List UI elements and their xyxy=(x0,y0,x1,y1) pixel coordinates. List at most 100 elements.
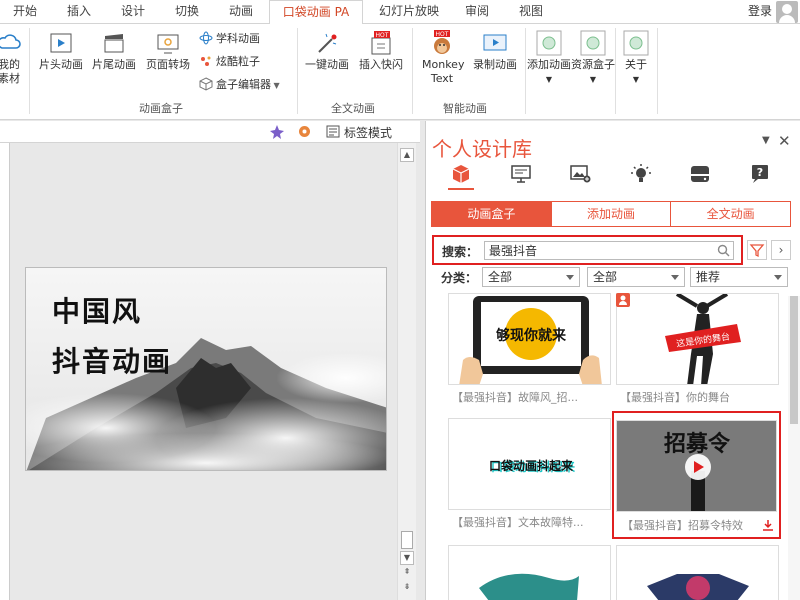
one-click-animation-button[interactable]: 一键动画 xyxy=(301,30,353,72)
chevron-down-icon: ▼ xyxy=(271,81,280,90)
next-slide-icon[interactable]: ⇟ xyxy=(400,581,414,595)
filter-label: 分类： xyxy=(441,271,478,285)
category-select-2[interactable]: 全部 xyxy=(587,267,685,287)
scroll-up-icon[interactable]: ▲ xyxy=(400,148,414,162)
image-add-icon[interactable] xyxy=(569,164,591,184)
tab-home[interactable]: 开始 xyxy=(4,0,46,24)
slide-canvas[interactable]: 中国风 抖音动画 xyxy=(25,267,387,471)
svg-text:HOT: HOT xyxy=(436,31,449,38)
card-thumbnail: 招募令 xyxy=(616,420,777,512)
tab-insert[interactable]: 插入 xyxy=(58,0,100,24)
badge-art-image xyxy=(617,546,778,600)
tablet-hands-image: 够现你就来 xyxy=(449,294,610,384)
search-icon[interactable] xyxy=(717,244,730,257)
subtab-add-animation[interactable]: 添加动画 xyxy=(552,202,672,226)
help-icon[interactable]: ? xyxy=(749,164,771,184)
intro-animation-label: 片头动画 xyxy=(39,58,83,71)
hot-flash-icon: HOT xyxy=(371,31,391,55)
circle-badge-icon xyxy=(580,30,606,56)
tab-review[interactable]: 审阅 xyxy=(456,0,498,24)
pin-icon[interactable] xyxy=(270,124,285,139)
record-animation-button[interactable]: 录制动画 xyxy=(468,30,522,72)
list-item[interactable]: 招募令 【最强抖音】招募令特效 xyxy=(612,411,781,539)
search-input[interactable] xyxy=(484,241,734,260)
recruit-image: 招募令 xyxy=(617,421,776,511)
box-icon[interactable] xyxy=(450,163,472,185)
insert-flash-button[interactable]: HOT 插入快闪 xyxy=(354,30,408,72)
thumbnail-strip xyxy=(0,143,10,600)
page-transition-label: 页面转场 xyxy=(146,58,190,71)
group-label-full-text: 全文动画 xyxy=(331,102,375,115)
library-subtabs: 动画盒子 添加动画 全文动画 xyxy=(431,201,791,227)
drive-icon[interactable] xyxy=(689,164,711,184)
dancer-image: 这是你的舞台 xyxy=(617,294,778,384)
recruit-art-text: 招募令 xyxy=(664,431,731,457)
intro-animation-button[interactable]: 片头动画 xyxy=(36,30,86,72)
filter-icon[interactable] xyxy=(747,240,767,260)
slide-vertical-scrollbar[interactable]: ▲ ▼ ⇞ ⇟ xyxy=(397,143,416,600)
card-thumbnail: 够现你就来 xyxy=(448,293,611,385)
tab-animations[interactable]: 动画 xyxy=(220,0,262,24)
list-item[interactable] xyxy=(616,545,779,600)
record-animation-label: 录制动画 xyxy=(473,58,517,71)
pane-toolbar: 标签模式 xyxy=(0,121,420,143)
scroll-down-icon[interactable]: ▼ xyxy=(400,551,414,565)
my-materials-button[interactable]: 我的 素材 xyxy=(0,30,24,86)
tab-transitions[interactable]: 切换 xyxy=(166,0,208,24)
settings-gear-icon[interactable] xyxy=(297,124,312,139)
list-item[interactable]: 够现你就来 【最强抖音】故障风_招... xyxy=(448,293,611,411)
add-animation-button[interactable]: 添加动画 ▼ xyxy=(527,30,571,87)
prev-slide-icon[interactable]: ⇞ xyxy=(400,566,414,580)
library-scroll-thumb[interactable] xyxy=(790,296,798,424)
design-library-panel: 个人设计库 ▼ ✕ ? 动画盒子 添加动画 全文动画 搜索： › 分类： 全部 … xyxy=(425,121,800,600)
tab-design[interactable]: 设计 xyxy=(112,0,154,24)
monkey-text-button[interactable]: HOT Monkey Text xyxy=(414,30,470,86)
next-arrow-icon[interactable]: › xyxy=(771,240,791,260)
user-badge-icon xyxy=(616,293,630,307)
active-icon-underline xyxy=(448,188,474,190)
my-materials-label-2: 素材 xyxy=(0,72,20,85)
outro-animation-button[interactable]: 片尾动画 xyxy=(88,30,140,72)
one-click-animation-label: 一键动画 xyxy=(305,58,349,71)
user-avatar-icon[interactable] xyxy=(776,1,798,23)
atom-icon xyxy=(199,31,213,45)
ribbon: 我的 素材 片头动画 片尾动画 页面转场 学科动画 炫酷粒子 盒子编辑器 ▼ 动… xyxy=(0,24,800,120)
outro-animation-label: 片尾动画 xyxy=(92,58,136,71)
resource-box-button[interactable]: 资源盒子 ▼ xyxy=(571,30,615,87)
slide-icon[interactable] xyxy=(510,164,532,184)
card-caption: 【最强抖音】文本故障特... xyxy=(452,516,584,529)
slide-title-line1: 中国风 xyxy=(52,295,143,328)
card-caption: 【最强抖音】招募令特效 xyxy=(622,519,743,532)
list-item[interactable]: 这是你的舞台 【最强抖音】你的舞台 xyxy=(616,293,779,411)
list-item[interactable] xyxy=(448,545,611,600)
login-link[interactable]: 登录 xyxy=(748,0,772,23)
tab-view[interactable]: 视图 xyxy=(510,0,552,24)
list-item[interactable]: 口袋动画抖起来 口袋动画抖起来 【最强抖音】文本故障特... xyxy=(448,418,611,536)
scroll-thumb[interactable] xyxy=(401,531,413,549)
about-button[interactable]: 关于 ▼ xyxy=(617,30,655,87)
box-editor-button[interactable]: 盒子编辑器 ▼ xyxy=(199,77,280,94)
download-icon[interactable] xyxy=(762,519,774,531)
card-thumbnail: 口袋动画抖起来 口袋动画抖起来 xyxy=(448,418,611,510)
slide-title-line2: 抖音动画 xyxy=(52,345,173,378)
magic-wand-icon xyxy=(318,33,337,53)
category-select-1[interactable]: 全部 xyxy=(482,267,580,287)
bulb-icon[interactable] xyxy=(630,163,652,185)
tag-mode-button[interactable]: 标签模式 xyxy=(344,124,392,141)
library-scrollbar[interactable] xyxy=(788,296,800,600)
subtab-full-text[interactable]: 全文动画 xyxy=(671,202,790,226)
panel-close-icon[interactable]: ✕ xyxy=(778,132,791,150)
page-transition-button[interactable]: 页面转场 xyxy=(142,30,194,72)
subject-animation-button[interactable]: 学科动画 xyxy=(199,31,260,47)
insert-flash-label: 插入快闪 xyxy=(359,58,403,71)
subtab-anim-box[interactable]: 动画盒子 xyxy=(432,202,552,226)
tablet-art-text: 够现你就来 xyxy=(495,327,567,344)
panel-dropdown-icon[interactable]: ▼ xyxy=(762,135,770,146)
cool-particles-button[interactable]: 炫酷粒子 xyxy=(199,54,260,70)
card-caption: 【最强抖音】故障风_招... xyxy=(452,391,578,404)
sort-select[interactable]: 推荐 xyxy=(690,267,788,287)
tab-slideshow[interactable]: 幻灯片放映 xyxy=(373,0,445,24)
tab-pocket-animation[interactable]: 口袋动画 PA xyxy=(269,0,363,25)
cube-icon xyxy=(199,77,213,91)
ribbon-separator xyxy=(29,28,30,114)
